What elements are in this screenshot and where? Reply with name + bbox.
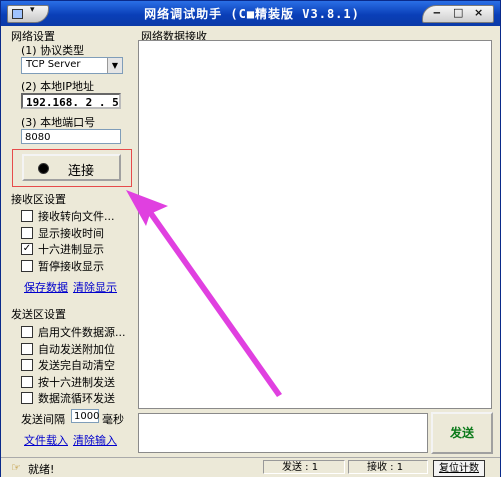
arrow-shaft: [147, 210, 282, 397]
annotation-arrow-icon: [126, 190, 282, 397]
arrow-head: [126, 190, 168, 226]
